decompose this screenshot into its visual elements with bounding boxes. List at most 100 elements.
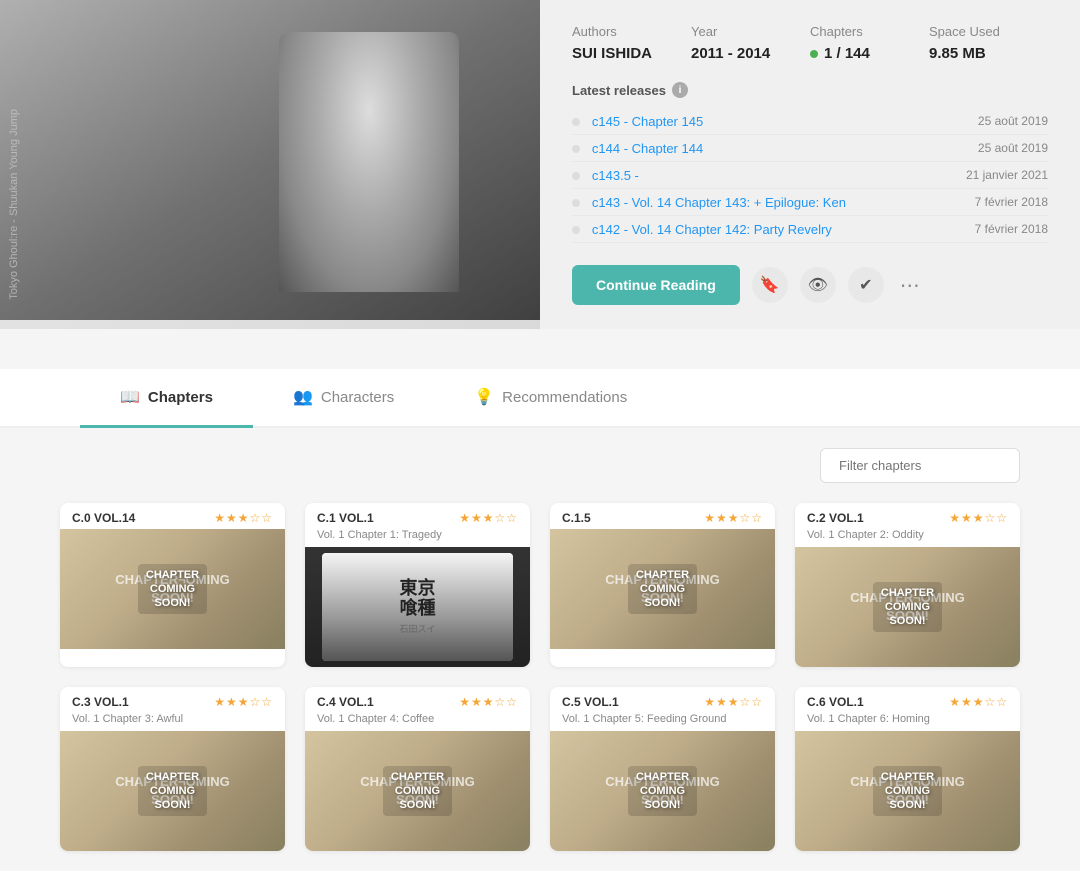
tab-recommendations[interactable]: 💡 Recommendations bbox=[434, 369, 667, 428]
chapter-card-header: C.3 VOL.1 ★★★☆☆ bbox=[60, 687, 285, 713]
chapter-thumb: 東京喰種 石田スイ bbox=[305, 547, 530, 667]
chapter-title: Vol. 1 Chapter 1: Tragedy bbox=[305, 529, 530, 547]
release-link[interactable]: c144 - Chapter 144 bbox=[592, 141, 703, 156]
release-dot bbox=[572, 118, 580, 126]
chapter-number: C.2 VOL.1 bbox=[807, 511, 864, 525]
coming-soon-text: CHAPTERCOMINGSOON! bbox=[383, 766, 452, 817]
chapter-thumb: CHAPTERCOMINGSOON! bbox=[550, 731, 775, 851]
latest-releases-section: Latest releases i c145 - Chapter 145 25 … bbox=[572, 82, 1048, 243]
chapter-number: C.3 VOL.1 bbox=[72, 695, 129, 709]
chapter-number: C.0 VOL.14 bbox=[72, 511, 135, 525]
release-item[interactable]: c143 - Vol. 14 Chapter 143: + Epilogue: … bbox=[572, 189, 1048, 216]
chapter-card-header: C.0 VOL.14 ★★★☆☆ bbox=[60, 503, 285, 529]
eye-icon: 👁 bbox=[808, 275, 828, 295]
release-date: 7 février 2018 bbox=[975, 222, 1048, 236]
chapter-card[interactable]: C.5 VOL.1 ★★★☆☆ Vol. 1 Chapter 5: Feedin… bbox=[550, 687, 775, 851]
chapter-card[interactable]: C.0 VOL.14 ★★★☆☆ CHAPTERCOMINGSOON! bbox=[60, 503, 285, 667]
bookmark-button[interactable]: 🔖 bbox=[752, 267, 788, 303]
meta-table: Authors SUI ISHIDA Year 2011 - 2014 Chap… bbox=[572, 24, 1048, 62]
release-dot bbox=[572, 226, 580, 234]
chapter-stars: ★★★☆☆ bbox=[459, 695, 518, 709]
check-icon: ✔ bbox=[859, 275, 872, 295]
chapter-title: Vol. 1 Chapter 5: Feeding Ground bbox=[550, 713, 775, 731]
info-icon: i bbox=[672, 82, 688, 98]
chapter-thumb: CHAPTERCOMINGSOON! bbox=[795, 547, 1020, 667]
tab-icon-recommendations: 💡 bbox=[474, 387, 494, 407]
coming-soon-text: CHAPTERCOMINGSOON! bbox=[628, 564, 697, 615]
content-area: C.0 VOL.14 ★★★☆☆ CHAPTERCOMINGSOON! C.1 … bbox=[0, 428, 1080, 871]
chapter-thumb: CHAPTERCOMINGSOON! bbox=[795, 731, 1020, 851]
filter-row bbox=[60, 448, 1020, 483]
check-button[interactable]: ✔ bbox=[848, 267, 884, 303]
chapter-card[interactable]: C.4 VOL.1 ★★★☆☆ Vol. 1 Chapter 4: Coffee… bbox=[305, 687, 530, 851]
chapter-stars: ★★★☆☆ bbox=[949, 695, 1008, 709]
release-link[interactable]: c142 - Vol. 14 Chapter 142: Party Revelr… bbox=[592, 222, 832, 237]
release-item[interactable]: c143.5 - 21 janvier 2021 bbox=[572, 162, 1048, 189]
visibility-button[interactable]: 👁 bbox=[800, 267, 836, 303]
chapter-stars: ★★★☆☆ bbox=[704, 695, 763, 709]
manga-title: 東京喰種 bbox=[399, 579, 435, 619]
coming-soon-text: CHAPTERCOMINGSOON! bbox=[628, 766, 697, 817]
release-date: 25 août 2019 bbox=[978, 141, 1048, 155]
release-link[interactable]: c145 - Chapter 145 bbox=[592, 114, 703, 129]
hero-info-panel: Authors SUI ISHIDA Year 2011 - 2014 Chap… bbox=[540, 0, 1080, 329]
chapter-number: C.1.5 bbox=[562, 511, 591, 525]
release-link[interactable]: c143.5 - bbox=[592, 168, 639, 183]
tab-characters[interactable]: 👥 Characters bbox=[253, 369, 434, 428]
coming-soon-text: CHAPTERCOMINGSOON! bbox=[873, 766, 942, 817]
tab-chapters[interactable]: 📖Chapters bbox=[80, 369, 253, 428]
coming-soon-text: CHAPTERCOMINGSOON! bbox=[138, 564, 207, 615]
chapter-stars: ★★★☆☆ bbox=[459, 511, 518, 525]
chapter-stars: ★★★☆☆ bbox=[214, 511, 273, 525]
bookmark-icon: 🔖 bbox=[760, 275, 780, 295]
space-label: Space Used bbox=[929, 24, 1048, 39]
chapter-card[interactable]: C.6 VOL.1 ★★★☆☆ Vol. 1 Chapter 6: Homing… bbox=[795, 687, 1020, 851]
release-item[interactable]: c145 - Chapter 145 25 août 2019 bbox=[572, 108, 1048, 135]
tab-label-characters: Characters bbox=[321, 389, 394, 406]
year-label: Year bbox=[691, 24, 810, 39]
chapters-col: Chapters 1 / 144 bbox=[810, 24, 929, 62]
chapter-card[interactable]: C.2 VOL.1 ★★★☆☆ Vol. 1 Chapter 2: Oddity… bbox=[795, 503, 1020, 667]
tabs-section: 📖Chapters 👥 Characters 💡 Recommendations bbox=[0, 369, 1080, 428]
chapter-card[interactable]: C.3 VOL.1 ★★★☆☆ Vol. 1 Chapter 3: Awful … bbox=[60, 687, 285, 851]
manga-author: 石田スイ bbox=[399, 622, 435, 635]
chapter-title: Vol. 1 Chapter 2: Oddity bbox=[795, 529, 1020, 547]
chapter-thumb: CHAPTERCOMINGSOON! bbox=[550, 529, 775, 649]
chapter-card-header: C.4 VOL.1 ★★★☆☆ bbox=[305, 687, 530, 713]
chapter-number: C.4 VOL.1 bbox=[317, 695, 374, 709]
year-value: 2011 - 2014 bbox=[691, 45, 810, 62]
chapter-card-header: C.5 VOL.1 ★★★☆☆ bbox=[550, 687, 775, 713]
chapters-value: 1 / 144 bbox=[810, 45, 929, 62]
chapters-label: Chapters bbox=[810, 24, 929, 39]
release-dot bbox=[572, 172, 580, 180]
chapter-card[interactable]: C.1 VOL.1 ★★★☆☆ Vol. 1 Chapter 1: Traged… bbox=[305, 503, 530, 667]
chapter-card-header: C.6 VOL.1 ★★★☆☆ bbox=[795, 687, 1020, 713]
chapter-card-header: C.2 VOL.1 ★★★☆☆ bbox=[795, 503, 1020, 529]
hero-section: Tokyo Ghoul:re - Shuukan Young Jump Auth… bbox=[0, 0, 1080, 329]
continue-reading-button[interactable]: Continue Reading bbox=[572, 265, 740, 305]
release-link[interactable]: c143 - Vol. 14 Chapter 143: + Epilogue: … bbox=[592, 195, 846, 210]
space-col: Space Used 9.85 MB bbox=[929, 24, 1048, 62]
tab-icon-characters: 👥 bbox=[293, 387, 313, 407]
chapter-title: Vol. 1 Chapter 4: Coffee bbox=[305, 713, 530, 731]
tab-label-recommendations: Recommendations bbox=[502, 389, 627, 406]
release-date: 21 janvier 2021 bbox=[966, 168, 1048, 182]
releases-list: c145 - Chapter 145 25 août 2019 c144 - C… bbox=[572, 108, 1048, 243]
filter-chapters-input[interactable] bbox=[820, 448, 1020, 483]
chapter-card[interactable]: C.1.5 ★★★☆☆ CHAPTERCOMINGSOON! bbox=[550, 503, 775, 667]
latest-releases-label: Latest releases i bbox=[572, 82, 1048, 98]
year-col: Year 2011 - 2014 bbox=[691, 24, 810, 62]
chapter-number: C.1 VOL.1 bbox=[317, 511, 374, 525]
tab-icon-chapters: 📖 bbox=[120, 387, 140, 407]
chapter-card-header: C.1 VOL.1 ★★★☆☆ bbox=[305, 503, 530, 529]
release-item[interactable]: c142 - Vol. 14 Chapter 142: Party Revelr… bbox=[572, 216, 1048, 243]
cover-watermark: Tokyo Ghoul:re - Shuukan Young Jump bbox=[8, 109, 20, 300]
release-date: 7 février 2018 bbox=[975, 195, 1048, 209]
release-dot bbox=[572, 145, 580, 153]
chapter-stars: ★★★☆☆ bbox=[214, 695, 273, 709]
chapter-stars: ★★★☆☆ bbox=[949, 511, 1008, 525]
release-item[interactable]: c144 - Chapter 144 25 août 2019 bbox=[572, 135, 1048, 162]
chapter-thumb: CHAPTERCOMINGSOON! bbox=[60, 529, 285, 649]
more-options-button[interactable]: ⋯ bbox=[900, 273, 920, 298]
chapter-thumb: CHAPTERCOMINGSOON! bbox=[305, 731, 530, 851]
